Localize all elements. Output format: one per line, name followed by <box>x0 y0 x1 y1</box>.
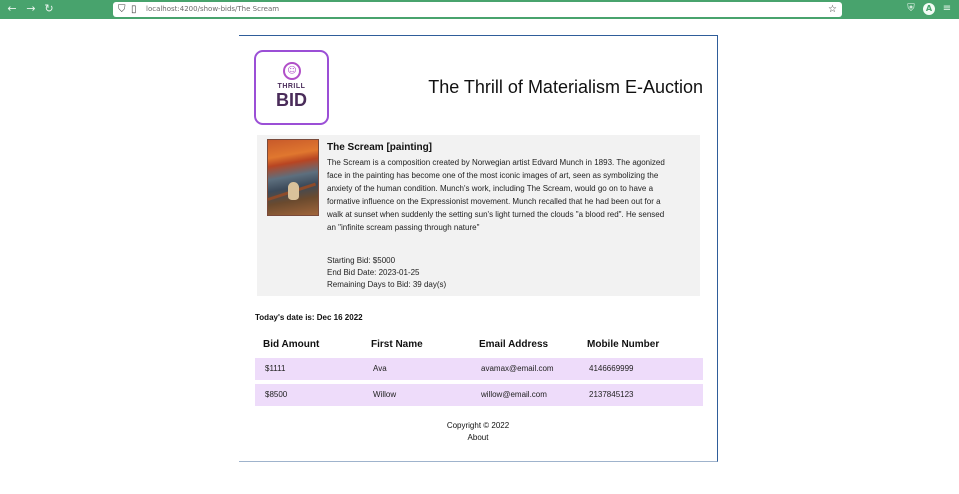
address-bar[interactable]: ⛉ ▯ localhost:4200/show-bids/The Scream … <box>113 2 842 17</box>
artwork-title: The Scream [painting] <box>327 142 433 153</box>
artwork-card: The Scream [painting] The Scream is a co… <box>257 135 700 296</box>
page-icon: ▯ <box>131 4 137 15</box>
forward-arrow-icon[interactable]: → <box>25 3 37 15</box>
site-logo[interactable]: ☺ THRILL BID <box>254 50 329 125</box>
header-first-name: First Name <box>371 339 423 350</box>
table-row: $1111 Ava avamax@email.com 4146669999 <box>255 358 703 380</box>
today-date: Today's date is: Dec 16 2022 <box>255 313 363 322</box>
footer-copyright: Copyright © 2022 <box>446 421 510 430</box>
remaining-days: Remaining Days to Bid: 39 day(s) <box>327 280 447 289</box>
end-bid-date: End Bid Date: 2023-01-25 <box>327 268 420 277</box>
starting-bid: Starting Bid: $5000 <box>327 256 396 265</box>
footer-about-row: About <box>239 433 717 442</box>
artwork-image <box>267 139 319 216</box>
reload-icon[interactable]: ↻ <box>43 3 55 15</box>
shield-icon: ⛉ <box>118 4 126 15</box>
menu-icon[interactable]: ≡ <box>941 3 953 15</box>
cell-mobile: 2137845123 <box>589 390 634 399</box>
page-title: The Thrill of Materialism E-Auction <box>428 77 703 97</box>
cell-email: avamax@email.com <box>481 364 554 373</box>
artwork-bid-details: Starting Bid: $5000 End Bid Date: 2023-0… <box>327 255 446 291</box>
cell-email: willow@email.com <box>481 390 547 399</box>
shield-extension-icon[interactable]: ⛨ <box>905 3 917 15</box>
profile-avatar[interactable]: A <box>923 3 935 15</box>
smiley-icon: ☺ <box>283 62 301 80</box>
back-arrow-icon[interactable]: ← <box>6 3 18 15</box>
cell-mobile: 4146669999 <box>589 364 634 373</box>
logo-text-bid: BID <box>276 90 307 110</box>
header-mobile: Mobile Number <box>587 339 660 350</box>
star-icon[interactable]: ☆ <box>828 3 837 16</box>
bids-table: Bid Amount First Name Email Address Mobi… <box>255 336 703 406</box>
cell-first-name: Ava <box>373 364 387 373</box>
cell-bid-amount: $8500 <box>265 390 288 399</box>
cell-bid-amount: $1111 <box>265 364 286 373</box>
browser-toolbar: ← → ↻ ⛉ ▯ localhost:4200/show-bids/The S… <box>0 0 959 19</box>
painting-figure <box>288 182 299 200</box>
header-email: Email Address <box>479 339 549 350</box>
artwork-description: The Scream is a composition created by N… <box>327 158 665 232</box>
url-text: localhost:4200/show-bids/The Scream <box>146 5 280 13</box>
about-link[interactable]: About <box>468 433 489 442</box>
header-bid-amount: Bid Amount <box>263 339 320 350</box>
logo-text-thrill: THRILL <box>277 83 306 90</box>
cell-first-name: Willow <box>373 390 397 399</box>
table-row: $8500 Willow willow@email.com 2137845123 <box>255 384 703 406</box>
table-header-row: Bid Amount First Name Email Address Mobi… <box>255 336 703 358</box>
